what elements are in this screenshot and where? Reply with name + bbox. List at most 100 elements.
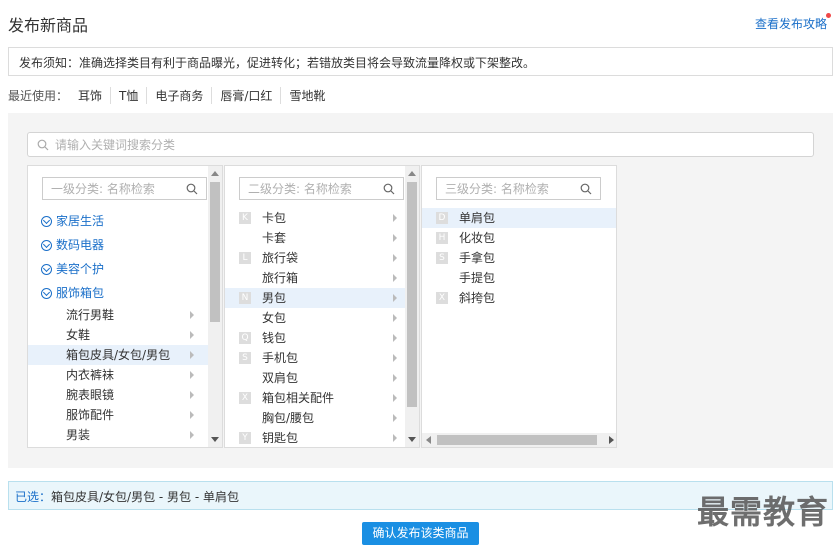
recent-item[interactable]: 雪地靴 — [280, 87, 333, 104]
page-title: 发布新商品 — [8, 16, 89, 35]
scroll-down-icon[interactable] — [408, 437, 416, 442]
item-label: 旅行箱 — [262, 271, 299, 285]
level3-list: D 单肩包 H 化妆包 S 手拿包 手提包 X 斜挎包 — [422, 208, 616, 308]
list-item[interactable]: Q 钱包 — [225, 328, 407, 348]
level2-scrollbar[interactable] — [405, 166, 419, 447]
chevron-right-icon — [393, 394, 397, 402]
item-label: 胸包/腰包 — [262, 411, 315, 425]
expand-circle-icon — [41, 240, 52, 251]
expand-circle-icon — [41, 264, 52, 275]
level2-filter[interactable] — [239, 177, 404, 200]
index-letter: L — [239, 252, 251, 264]
list-item[interactable]: 旅行箱 — [225, 268, 407, 288]
level1-scrollbar[interactable] — [208, 166, 222, 447]
scroll-down-icon[interactable] — [211, 437, 219, 442]
list-item[interactable]: 女包 — [225, 308, 407, 328]
search-icon[interactable] — [383, 183, 395, 195]
category-search-input[interactable] — [55, 137, 755, 152]
level2-filter-input[interactable] — [248, 181, 373, 196]
group-digital[interactable]: 数码电器 — [28, 233, 210, 257]
scroll-up-icon[interactable] — [211, 171, 219, 176]
list-item[interactable]: 双肩包 — [225, 368, 407, 388]
list-item[interactable]: 流行男鞋 — [28, 305, 210, 325]
list-item[interactable]: 腕表眼镜 — [28, 385, 210, 405]
list-item[interactable]: 卡套 — [225, 228, 407, 248]
level2-column: K 卡包 卡套 L 旅行袋 旅行箱 N 男包 女包 Q 钱包 S 手机包 双肩包 X 箱包相… — [224, 165, 420, 448]
item-label: 服饰配件 — [66, 408, 115, 422]
list-item[interactable]: 胸包/腰包 — [225, 408, 407, 428]
chevron-right-icon — [393, 414, 397, 422]
list-item[interactable]: L 旅行袋 — [225, 248, 407, 268]
recent-item[interactable]: 耳饰 — [78, 87, 110, 104]
list-item[interactable]: 内衣裤袜 — [28, 365, 210, 385]
list-item-selected[interactable]: D 单肩包 — [422, 208, 616, 228]
search-icon — [37, 139, 49, 150]
index-letter: X — [239, 392, 251, 404]
level1-filter[interactable] — [42, 177, 207, 200]
list-item[interactable]: 服饰配件 — [28, 405, 210, 425]
item-label: 男装 — [66, 428, 91, 442]
chevron-right-icon — [393, 234, 397, 242]
selected-label: 已选： — [15, 490, 52, 504]
recent-item[interactable]: T恤 — [110, 87, 146, 104]
list-item-selected[interactable]: 箱包皮具/女包/男包 — [28, 345, 210, 365]
confirm-publish-button[interactable]: 确认发布该类商品 — [362, 522, 479, 545]
chevron-right-icon — [190, 311, 194, 319]
expand-circle-icon — [41, 216, 52, 227]
item-label: 手提包 — [459, 271, 496, 285]
level1-filter-input[interactable] — [51, 181, 176, 196]
search-icon[interactable] — [186, 183, 198, 195]
item-label: 男包 — [262, 291, 287, 305]
group-label: 数码电器 — [56, 238, 105, 252]
publish-notice: 发布须知：准确选择类目有利于商品曝光，促进转化；若错放类目将会导致流量降权或下架… — [8, 47, 833, 76]
recent-categories: 最近使用： 耳饰 T恤 电子商务 唇膏/口红 雪地靴 — [8, 87, 333, 104]
chevron-right-icon — [393, 354, 397, 362]
scroll-thumb[interactable] — [407, 182, 417, 407]
list-item[interactable]: K 卡包 — [225, 208, 407, 228]
group-home-living[interactable]: 家居生活 — [28, 209, 210, 233]
list-item[interactable]: X 箱包相关配件 — [225, 388, 407, 408]
recent-item[interactable]: 电子商务 — [146, 87, 211, 104]
chevron-right-icon — [393, 334, 397, 342]
group-beauty[interactable]: 美容个护 — [28, 257, 210, 281]
chevron-right-icon — [393, 314, 397, 322]
scroll-right-icon[interactable] — [609, 436, 614, 444]
chevron-right-icon — [190, 431, 194, 439]
index-letter: S — [436, 252, 448, 264]
publish-guide-link[interactable]: 查看发布攻略 — [755, 15, 827, 32]
scroll-thumb[interactable] — [437, 435, 597, 445]
item-label: 女包 — [262, 311, 287, 325]
list-item[interactable]: Y 钥匙包 — [225, 428, 407, 447]
recent-label: 最近使用： — [8, 89, 69, 103]
group-apparel-bags[interactable]: 服饰箱包 — [28, 281, 210, 305]
level3-filter[interactable] — [436, 177, 601, 200]
list-item[interactable]: S 手拿包 — [422, 248, 616, 268]
chevron-right-icon — [393, 254, 397, 262]
scroll-up-icon[interactable] — [408, 171, 416, 176]
category-search-box[interactable] — [27, 132, 814, 157]
level3-filter-input[interactable] — [445, 181, 570, 196]
recent-item[interactable]: 唇膏/口红 — [211, 87, 280, 104]
level1-column: 家居生活 数码电器 美容个护 服饰箱包 流行男鞋 女鞋 箱包皮具/女包/男包 内… — [27, 165, 223, 448]
list-item[interactable]: 手提包 — [422, 268, 616, 288]
selected-path: 箱包皮具/女包/男包 - 男包 - 单肩包 — [51, 490, 240, 504]
level3-hscrollbar[interactable] — [422, 433, 616, 447]
scroll-thumb[interactable] — [210, 182, 220, 322]
search-icon[interactable] — [580, 183, 592, 195]
item-label: 箱包皮具/女包/男包 — [66, 348, 171, 362]
group-label: 美容个护 — [56, 262, 105, 276]
list-item[interactable]: S 手机包 — [225, 348, 407, 368]
expand-circle-icon — [41, 288, 52, 299]
list-item[interactable]: 女鞋 — [28, 325, 210, 345]
group-label: 服饰箱包 — [56, 286, 105, 300]
item-label: 旅行袋 — [262, 251, 299, 265]
list-item[interactable]: 男装 — [28, 425, 210, 445]
chevron-right-icon — [190, 371, 194, 379]
index-letter: S — [239, 352, 251, 364]
scroll-left-icon[interactable] — [426, 436, 431, 444]
list-item[interactable]: H 化妆包 — [422, 228, 616, 248]
index-letter: Y — [239, 432, 251, 444]
list-item[interactable]: X 斜挎包 — [422, 288, 616, 308]
list-item-selected[interactable]: N 男包 — [225, 288, 407, 308]
watermark-logo: 最需教育 — [696, 493, 829, 531]
